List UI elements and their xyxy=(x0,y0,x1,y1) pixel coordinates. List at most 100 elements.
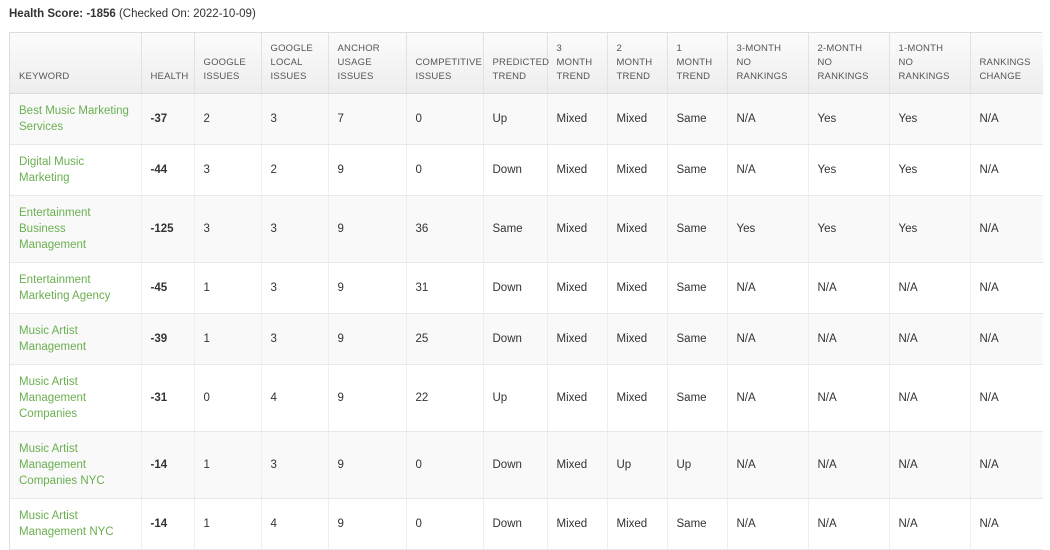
cell-keyword: Digital Music Marketing xyxy=(10,144,142,196)
cell-ci: 0 xyxy=(406,93,484,145)
health-score-summary: Health Score: -1856 (Checked On: 2022-10… xyxy=(9,7,1050,22)
cell-t3m: Mixed xyxy=(547,93,608,145)
cell-nr2m: N/A xyxy=(808,498,890,550)
cell-t2m: Up xyxy=(607,431,668,499)
cell-nr2m: Yes xyxy=(808,144,890,196)
cell-nr2m: N/A xyxy=(808,313,890,365)
table-row: Best Music Marketing Services -37 2 3 7 0 Up Mi… xyxy=(10,93,1043,145)
cell-pt: Down xyxy=(483,313,548,365)
column-header-ci[interactable]: COMPETITIVE ISSUES xyxy=(406,33,484,94)
cell-pt: Down xyxy=(483,498,548,550)
cell-ci: 36 xyxy=(406,195,484,263)
cell-rc: N/A xyxy=(970,498,1043,550)
column-header-t3m[interactable]: 3 MONTH TREND xyxy=(547,33,608,94)
table-row: Digital Music Marketing -44 3 2 9 0 Down Mixed M… xyxy=(10,144,1043,196)
cell-nr3m: N/A xyxy=(727,431,809,499)
cell-ci: 0 xyxy=(406,498,484,550)
column-header-rc[interactable]: RANKINGS CHANGE xyxy=(970,33,1043,94)
cell-rc: N/A xyxy=(970,195,1043,263)
cell-keyword: Music Artist Management Companies NYC xyxy=(10,431,142,499)
cell-t3m: Mixed xyxy=(547,195,608,263)
cell-ci: 0 xyxy=(406,144,484,196)
cell-nr2m: N/A xyxy=(808,364,890,432)
cell-nr1m: N/A xyxy=(889,364,971,432)
cell-t3m: Mixed xyxy=(547,498,608,550)
keyword-link[interactable]: Entertainment Marketing Agency xyxy=(19,272,132,304)
cell-nr3m: N/A xyxy=(727,364,809,432)
cell-rc: N/A xyxy=(970,144,1043,196)
cell-keyword: Music Artist Management Companies xyxy=(10,364,142,432)
cell-aui: 9 xyxy=(328,144,407,196)
cell-nr2m: Yes xyxy=(808,93,890,145)
keyword-link[interactable]: Music Artist Management NYC xyxy=(19,508,132,540)
cell-gi: 3 xyxy=(194,144,262,196)
table-header: KEYWORD HEALTH GOOGLE ISSUES GOOGLE LOCAL I… xyxy=(10,33,1043,94)
column-header-keyword[interactable]: KEYWORD xyxy=(10,33,142,94)
cell-t2m: Mixed xyxy=(607,313,668,365)
keyword-health-table: KEYWORD HEALTH GOOGLE ISSUES GOOGLE LOCAL I… xyxy=(10,33,1043,550)
column-header-nr1m[interactable]: 1-MONTH NO RANKINGS xyxy=(889,33,971,94)
cell-gi: 1 xyxy=(194,431,262,499)
cell-health: -14 xyxy=(141,431,195,499)
cell-nr1m: Yes xyxy=(889,195,971,263)
cell-health: -37 xyxy=(141,93,195,145)
cell-aui: 9 xyxy=(328,262,407,314)
cell-pt: Up xyxy=(483,93,548,145)
keyword-link[interactable]: Music Artist Management xyxy=(19,323,132,355)
cell-ci: 25 xyxy=(406,313,484,365)
column-header-health[interactable]: HEALTH xyxy=(141,33,195,94)
cell-nr1m: N/A xyxy=(889,262,971,314)
table-row: Music Artist Management -39 1 3 9 25 Down Mixed… xyxy=(10,313,1043,365)
cell-pt: Down xyxy=(483,431,548,499)
keyword-link[interactable]: Best Music Marketing Services xyxy=(19,103,132,135)
cell-aui: 9 xyxy=(328,195,407,263)
cell-gi: 1 xyxy=(194,498,262,550)
cell-gli: 3 xyxy=(261,431,329,499)
cell-t1m: Same xyxy=(667,93,728,145)
table-header-row: KEYWORD HEALTH GOOGLE ISSUES GOOGLE LOCAL I… xyxy=(10,33,1043,94)
column-header-gi[interactable]: GOOGLE ISSUES xyxy=(194,33,262,94)
column-header-t1m[interactable]: 1 MONTH TREND xyxy=(667,33,728,94)
column-header-gli[interactable]: GOOGLE LOCAL ISSUES xyxy=(261,33,329,94)
cell-t2m: Mixed xyxy=(607,195,668,263)
column-header-nr3m[interactable]: 3-MONTH NO RANKINGS xyxy=(727,33,809,94)
column-header-pt[interactable]: PREDICTED TREND xyxy=(483,33,549,94)
cell-nr1m: Yes xyxy=(889,93,971,145)
keyword-link[interactable]: Music Artist Management Companies xyxy=(19,374,132,422)
cell-aui: 9 xyxy=(328,431,407,499)
cell-pt: Up xyxy=(483,364,548,432)
table-row: Music Artist Management Companies NYC -14… xyxy=(10,431,1043,499)
cell-nr3m: N/A xyxy=(727,93,809,145)
keyword-link[interactable]: Entertainment Business Management xyxy=(19,205,132,253)
cell-t1m: Same xyxy=(667,498,728,550)
cell-t2m: Mixed xyxy=(607,364,668,432)
report-page: Health Score: -1856 (Checked On: 2022-10… xyxy=(0,0,1050,550)
keyword-health-table-container: KEYWORD HEALTH GOOGLE ISSUES GOOGLE LOCAL I… xyxy=(9,32,1043,550)
cell-nr3m: N/A xyxy=(727,498,809,550)
table-row: Music Artist Management Companies -31 0 4 9 2… xyxy=(10,364,1043,432)
keyword-link[interactable]: Digital Music Marketing xyxy=(19,154,132,186)
cell-nr2m: N/A xyxy=(808,431,890,499)
cell-pt: Down xyxy=(483,144,548,196)
cell-keyword: Music Artist Management xyxy=(10,313,142,365)
cell-t3m: Mixed xyxy=(547,262,608,314)
column-header-t2m[interactable]: 2 MONTH TREND xyxy=(607,33,668,94)
cell-t2m: Mixed xyxy=(607,498,668,550)
cell-health: -125 xyxy=(141,195,195,263)
cell-pt: Down xyxy=(483,262,548,314)
cell-nr1m: N/A xyxy=(889,313,971,365)
cell-keyword: Entertainment Business Management xyxy=(10,195,142,263)
cell-keyword: Music Artist Management NYC xyxy=(10,498,142,550)
column-header-nr2m[interactable]: 2-MONTH NO RANKINGS xyxy=(808,33,890,94)
cell-nr1m: N/A xyxy=(889,431,971,499)
keyword-link[interactable]: Music Artist Management Companies NYC xyxy=(19,441,132,489)
cell-gi: 3 xyxy=(194,195,262,263)
cell-gi: 1 xyxy=(194,313,262,365)
cell-gi: 1 xyxy=(194,262,262,314)
cell-gi: 2 xyxy=(194,93,262,145)
health-score-value: -1856 xyxy=(86,8,116,20)
cell-aui: 7 xyxy=(328,93,407,145)
column-header-aui[interactable]: ANCHOR USAGE ISSUES xyxy=(328,33,407,94)
cell-health: -45 xyxy=(141,262,195,314)
cell-rc: N/A xyxy=(970,313,1043,365)
